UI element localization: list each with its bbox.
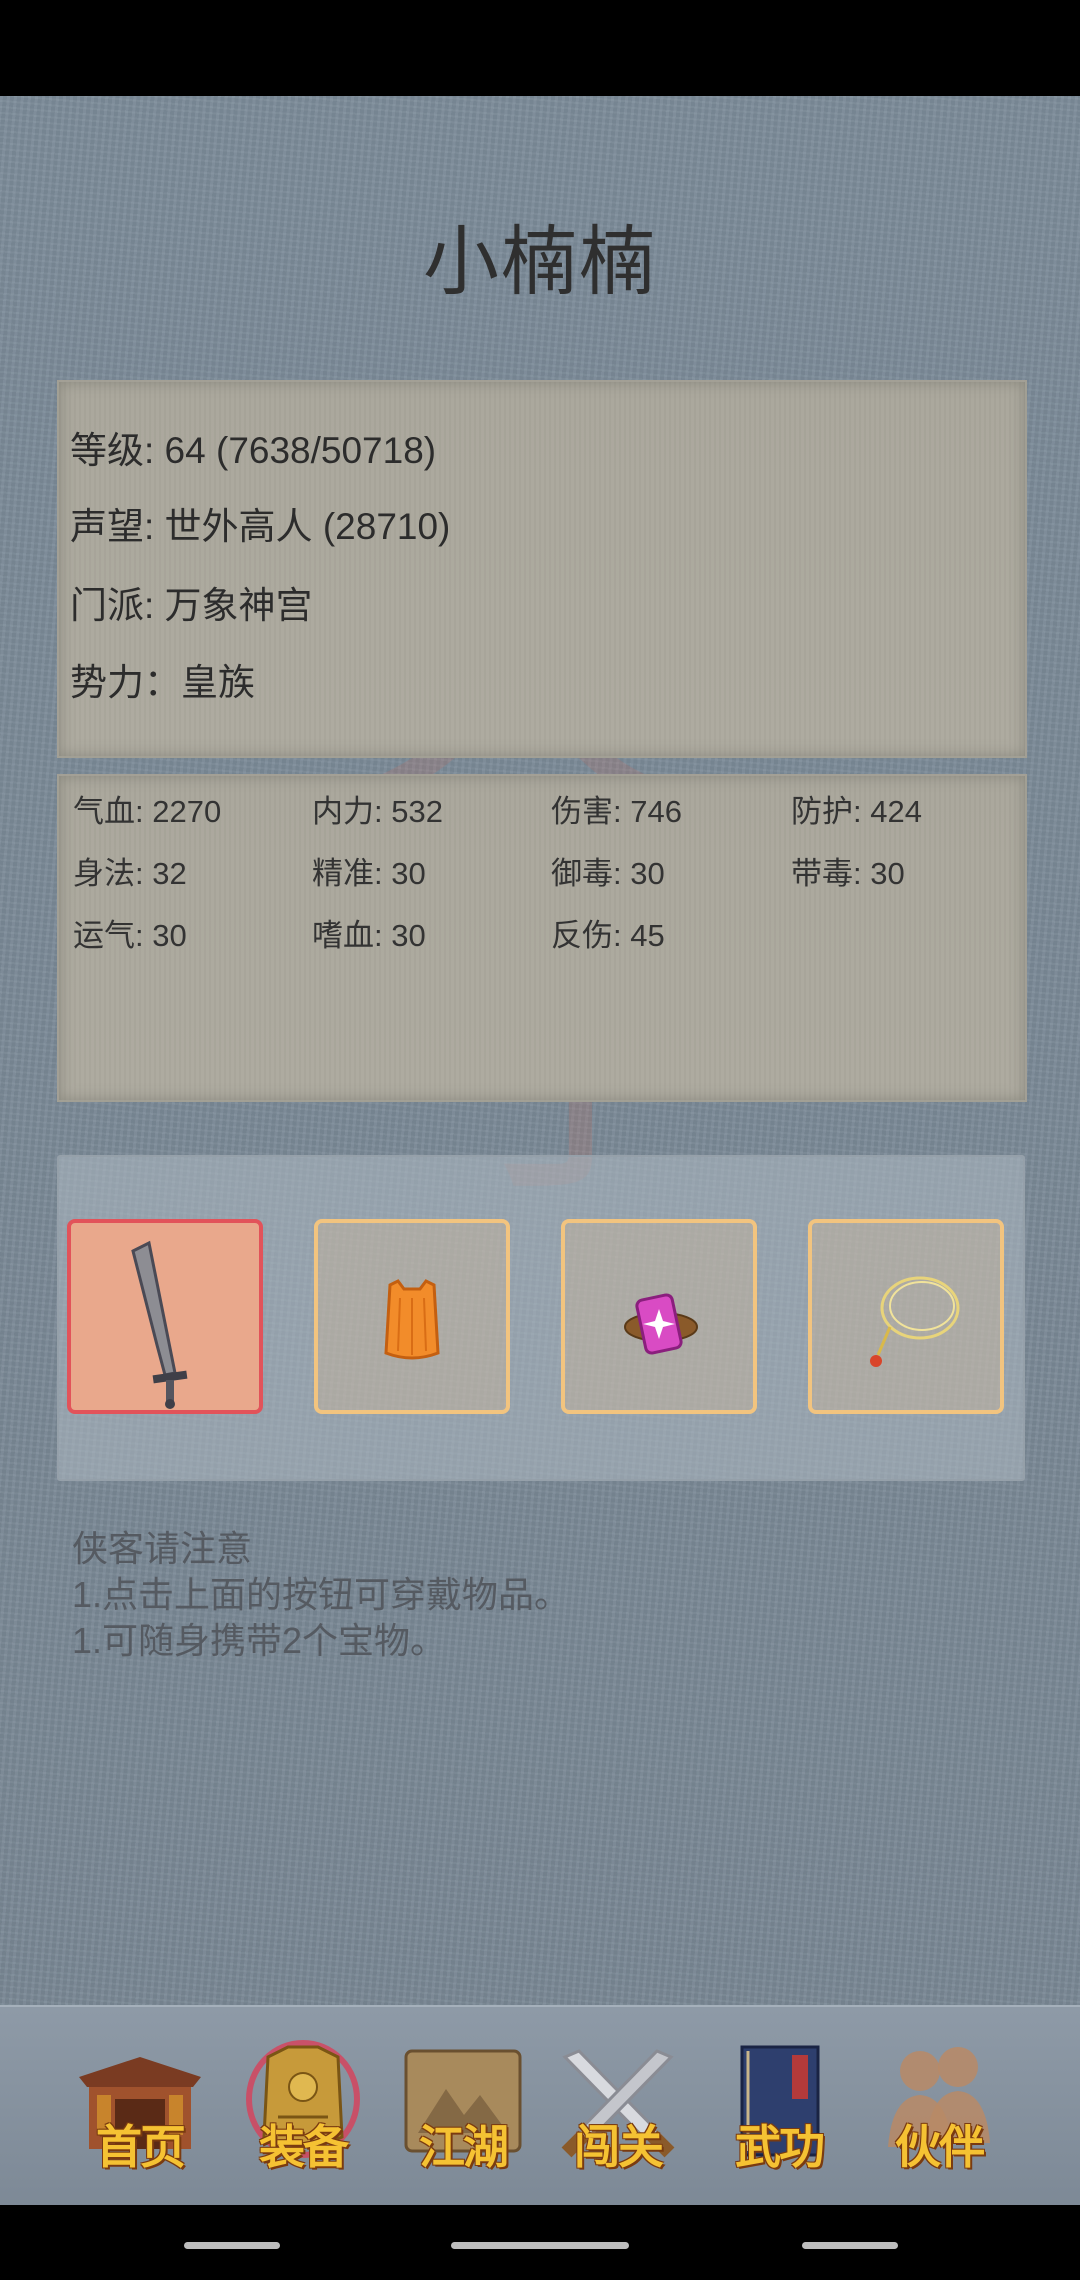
tab-partners-label: 伙伴 xyxy=(895,2120,985,2174)
tab-jianghu-label: 江湖 xyxy=(419,2120,509,2174)
tab-martial-arts[interactable]: 武功 xyxy=(714,2037,844,2177)
notice-line-1: 1.点击上面的按钮可穿戴物品。 xyxy=(72,1574,571,1615)
notice-title: 侠客请注意 xyxy=(72,1528,253,1569)
faction-text: 势力：皇族 xyxy=(70,662,255,703)
tab-partners[interactable]: 伙伴 xyxy=(874,2037,1004,2177)
level-text: 等级: 64 (7638/50718) xyxy=(70,430,437,471)
gem-treasure-icon xyxy=(624,1293,698,1355)
equipment-slot-accessory[interactable] xyxy=(808,1219,1004,1414)
saber-icon xyxy=(131,1240,188,1409)
stat-hp: 气血: 2270 xyxy=(73,794,222,829)
stat-reflect: 反伤: 45 xyxy=(551,918,665,953)
character-info-panel: 等级: 64 (7638/50718) 声望: 世外高人 (28710) 门派:… xyxy=(57,380,1027,758)
fame-text: 声望: 世外高人 (28710) xyxy=(70,506,451,547)
tab-martial-arts-label: 武功 xyxy=(735,2120,825,2174)
stat-poison: 带毒: 30 xyxy=(791,856,905,891)
status-bar xyxy=(0,0,1080,96)
nav-back-button[interactable] xyxy=(184,2242,280,2249)
equipment-slot-weapon[interactable] xyxy=(67,1219,263,1414)
bottom-tab-bar: 首页 装备 江湖 闯关 武功 伙伴 xyxy=(0,2005,1080,2207)
tab-challenge[interactable]: 闯关 xyxy=(553,2037,683,2177)
tab-equipment[interactable]: 装备 xyxy=(238,2037,368,2177)
stat-luck: 运气: 30 xyxy=(73,918,187,953)
equipment-slot-treasure[interactable] xyxy=(561,1219,757,1414)
nav-home-button[interactable] xyxy=(451,2242,629,2249)
stat-poison-resist: 御毒: 30 xyxy=(551,856,665,891)
equipment-panel xyxy=(57,1155,1025,1481)
tab-home-label: 首页 xyxy=(96,2120,186,2174)
sect-text: 门派: 万象神宫 xyxy=(70,585,313,626)
stat-damage: 伤害: 746 xyxy=(551,794,682,829)
character-name: 小楠楠 xyxy=(423,220,657,305)
equipment-slot-armor[interactable] xyxy=(314,1219,510,1414)
necklace-icon xyxy=(870,1276,960,1367)
system-navigation-bar xyxy=(0,2205,1080,2280)
tab-jianghu[interactable]: 江湖 xyxy=(398,2037,528,2177)
stats-panel: 气血: 2270 内力: 532 伤害: 746 防护: 424 身法: 32 … xyxy=(57,774,1027,1102)
stat-defense: 防护: 424 xyxy=(791,794,922,829)
tab-home[interactable]: 首页 xyxy=(75,2037,205,2177)
nav-recents-button[interactable] xyxy=(802,2242,898,2249)
stat-inner-power: 内力: 532 xyxy=(312,794,443,829)
stat-lifesteal: 嗜血: 30 xyxy=(312,918,426,953)
stat-accuracy: 精准: 30 xyxy=(312,856,426,891)
notice-text: 侠客请注意 1.点击上面的按钮可穿戴物品。 1.可随身携带2个宝物。 xyxy=(72,1526,570,1664)
robe-icon xyxy=(384,1279,440,1360)
stat-agility: 身法: 32 xyxy=(73,856,187,891)
notice-line-2: 1.可随身携带2个宝物。 xyxy=(72,1620,447,1661)
tab-equipment-label: 装备 xyxy=(259,2120,349,2174)
tab-challenge-label: 闯关 xyxy=(574,2120,664,2174)
